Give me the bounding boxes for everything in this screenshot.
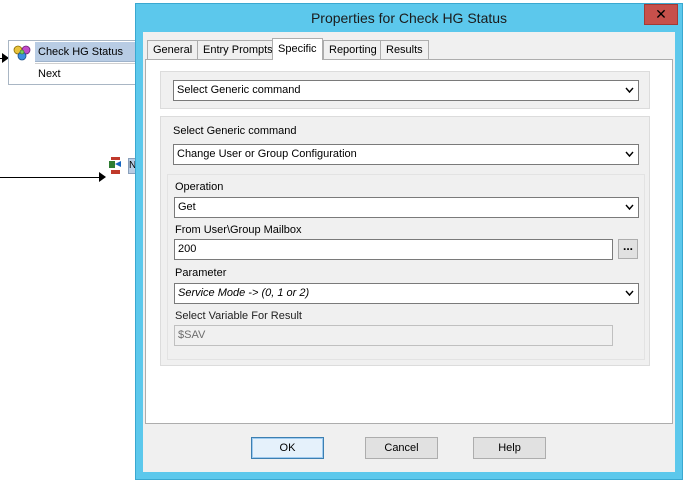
chevron-down-icon (625, 290, 634, 297)
command-type-group: Select Generic command (160, 71, 650, 109)
operation-label: Operation (175, 181, 224, 193)
chevron-down-icon (625, 87, 634, 94)
command-type-select-value: Select Generic command (177, 84, 301, 96)
operation-select-value: Get (178, 201, 196, 213)
mailbox-browse-button[interactable]: ... (618, 239, 638, 259)
tab-general[interactable]: General (147, 40, 199, 60)
chevron-down-icon (625, 204, 634, 211)
result-variable-label: Select Variable For Result (175, 310, 302, 322)
tab-specific[interactable]: Specific (272, 38, 323, 60)
chevron-down-icon (625, 151, 634, 158)
generic-command-select-value: Change User or Group Configuration (177, 148, 357, 160)
tab-reporting[interactable]: Reporting (323, 40, 383, 60)
generic-command-label: Select Generic command (173, 125, 297, 137)
command-icon[interactable] (108, 157, 124, 175)
generic-command-select[interactable]: Change User or Group Configuration (173, 144, 639, 165)
command-options-group: Operation Get From User\Group Mailbox 20… (167, 174, 645, 360)
close-icon: ✕ (655, 6, 667, 22)
generic-command-group: Select Generic command Change User or Gr… (160, 116, 650, 366)
ok-button[interactable]: OK (251, 437, 324, 459)
help-button[interactable]: Help (473, 437, 546, 459)
connector-line-bottom (0, 177, 100, 178)
flow-node-title: Check HG Status (35, 42, 139, 62)
dialog-titlebar[interactable]: Properties for Check HG Status ✕ (136, 4, 682, 32)
parameter-select[interactable]: Service Mode -> (0, 1 or 2) (174, 283, 639, 304)
mailbox-label: From User\Group Mailbox (175, 224, 302, 236)
mailbox-input[interactable]: 200 (174, 239, 613, 260)
operation-select[interactable]: Get (174, 197, 639, 218)
group-people-icon (13, 45, 31, 61)
connector-arrowhead-bottom (99, 172, 106, 182)
dialog-title: Properties for Check HG Status (310, 10, 508, 26)
properties-dialog: Properties for Check HG Status ✕ General… (135, 3, 683, 480)
flow-node-exit-next[interactable]: Next (35, 63, 139, 83)
tab-entry-prompts[interactable]: Entry Prompts (197, 40, 279, 60)
command-type-select[interactable]: Select Generic command (173, 80, 639, 101)
parameter-select-value: Service Mode -> (0, 1 or 2) (178, 287, 310, 299)
close-button[interactable]: ✕ (644, 4, 678, 25)
tab-results[interactable]: Results (380, 40, 429, 60)
flow-node-check-hg-status[interactable]: Check HG Status Next (8, 40, 140, 85)
dialog-client-area: General Entry Prompts Specific Reporting… (143, 32, 675, 472)
cancel-button[interactable]: Cancel (365, 437, 438, 459)
parameter-label: Parameter (175, 267, 227, 279)
specific-tab-panel: Select Generic command Select Generic co… (145, 59, 673, 424)
result-variable-input: $SAV (174, 325, 613, 346)
